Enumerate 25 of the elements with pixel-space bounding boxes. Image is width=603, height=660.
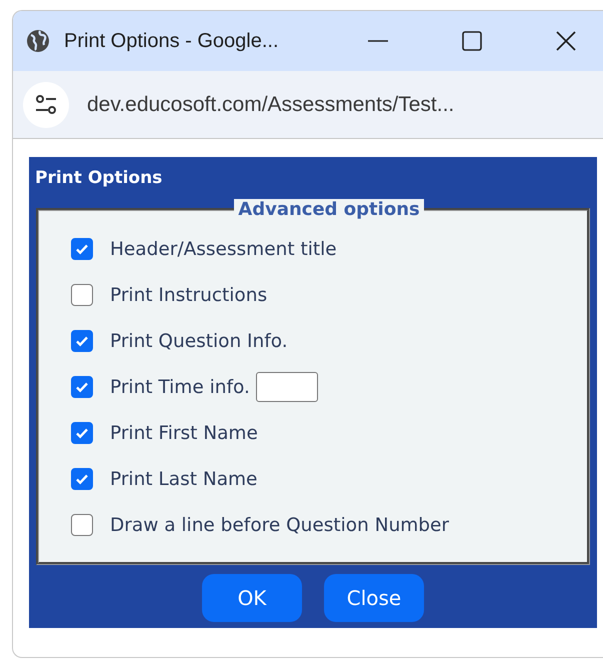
option-label: Draw a line before Question Number <box>110 514 450 536</box>
site-settings-icon[interactable] <box>23 82 69 128</box>
window-title: Print Options - Google... <box>64 30 280 52</box>
minimize-icon <box>368 40 388 42</box>
group-legend: Advanced options <box>234 199 424 220</box>
dialog-title: Print Options <box>34 167 164 190</box>
option-label: Print Last Name <box>110 468 258 490</box>
option-label: Print First Name <box>110 422 258 444</box>
close-icon <box>556 31 576 51</box>
globe-icon <box>26 29 50 53</box>
checkbox[interactable] <box>71 422 93 444</box>
checkbox[interactable] <box>71 284 93 306</box>
close-dialog-button[interactable]: Close <box>324 574 424 622</box>
ok-button[interactable]: OK <box>202 574 302 622</box>
option-label: Print Instructions <box>110 284 268 306</box>
checkbox[interactable] <box>71 468 93 490</box>
checkbox[interactable] <box>71 514 93 536</box>
option-label: Print Time info. <box>110 376 250 398</box>
input-field[interactable] <box>256 372 318 402</box>
checkbox[interactable] <box>71 238 93 260</box>
checkbox[interactable] <box>71 330 93 352</box>
option-label: Header/Assessment title <box>110 238 337 260</box>
option-label: Print Question Info. <box>110 330 288 352</box>
checkbox[interactable] <box>71 376 93 398</box>
maximize-icon <box>462 31 482 51</box>
